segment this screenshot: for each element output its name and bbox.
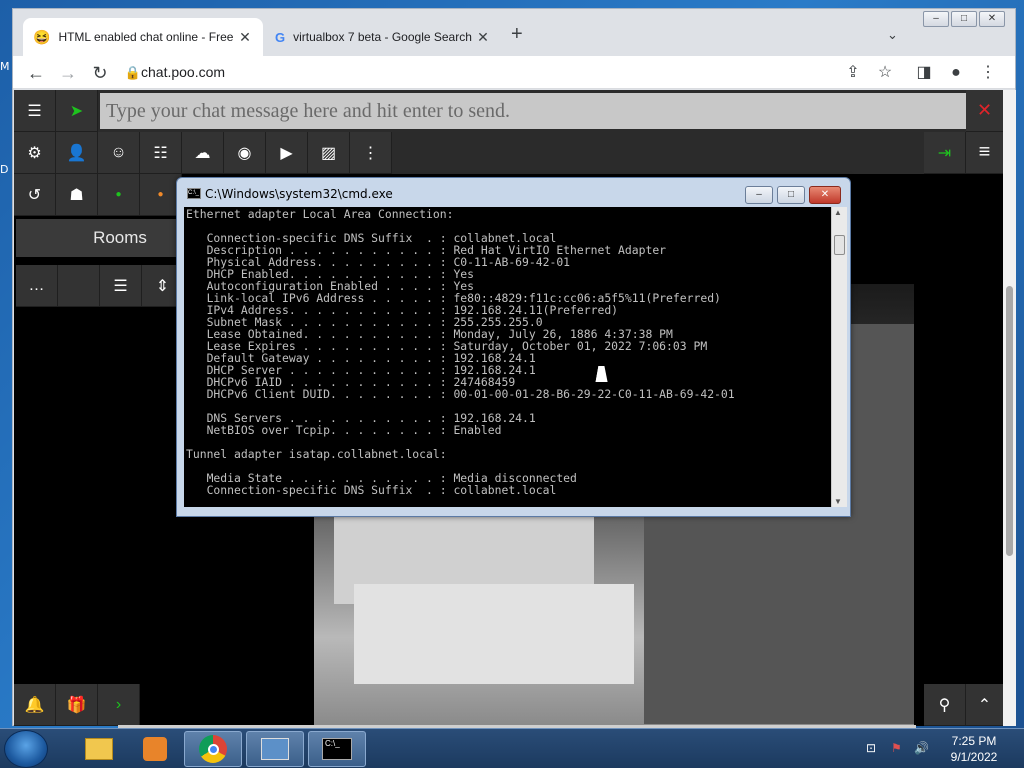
console-line: Ethernet adapter Local Area Connection: [186,207,454,221]
video-frame-console [354,584,634,684]
hamburger-menu-icon[interactable]: ≡ [966,132,1004,174]
cmd-title: C:\Windows\system32\cmd.exe [205,187,393,201]
minimize-button[interactable]: – [923,11,949,27]
list-icon[interactable]: ☰ [100,265,142,307]
tab-chat[interactable]: 😆 HTML enabled chat online - Free ✕ [23,18,263,56]
start-button[interactable] [4,730,48,768]
side-panel-icon[interactable]: ◨ [912,62,936,84]
sliders-icon[interactable]: ☷ [140,132,182,174]
forward-arrow-icon[interactable]: → [56,62,80,84]
scrollbar-thumb[interactable] [1006,286,1013,556]
network-tray-icon[interactable]: ⊡ [866,741,876,755]
history-icon[interactable]: ↺ [14,174,56,216]
cmd-taskbar-icon[interactable]: C:\_ [308,731,366,767]
console-scrollbar[interactable]: ▲ ▼ [831,207,847,507]
upload-cloud-icon[interactable]: ☁ [182,132,224,174]
page-scrollbar[interactable] [1003,90,1016,726]
scroll-down-arrow-icon[interactable]: ▼ [834,497,842,506]
console-output[interactable]: Ethernet adapter Local Area Connection: … [184,207,831,507]
console-scroll-thumb[interactable] [834,235,845,255]
tab-search-chevron-icon[interactable]: ⌄ [887,27,898,43]
console-line: Tunnel adapter isatap.collabnet.local: [186,447,447,461]
robot-icon[interactable]: ☗ [56,174,98,216]
cmd-minimize-button[interactable]: – [745,186,773,204]
gift-icon[interactable]: 🎁 [56,684,98,726]
send-icon[interactable]: ➤ [56,90,98,132]
desktop-label: M [0,60,10,73]
console-line: DHCPv6 Client DUID. . . . . . . . : 00-0… [186,387,735,401]
image-icon[interactable]: ▨ [308,132,350,174]
chrome-taskbar-icon[interactable] [184,731,242,767]
url-field[interactable]: chat.poo.com [141,64,225,80]
more-vertical-icon[interactable]: ⋮ [350,132,392,174]
tab-strip: 😆 HTML enabled chat online - Free ✕ G vi… [13,9,1015,56]
tab-title: HTML enabled chat online - Free [58,30,234,44]
settings-gears-icon[interactable]: ⚙ [14,132,56,174]
volume-tray-icon[interactable]: 🔊 [914,741,929,755]
empty-slot [58,265,100,307]
cmd-close-button[interactable]: ✕ [809,186,841,204]
scroll-up-arrow-icon[interactable]: ▲ [834,208,842,217]
login-icon[interactable]: ⇥ [924,132,966,174]
cmd-window[interactable]: C:\_ C:\Windows\system32\cmd.exe – □ ✕ E… [176,177,851,517]
clock-time: 7:25 PM [951,734,997,748]
cmd-maximize-button[interactable]: □ [777,186,805,204]
chat-input-bar: ☰ ➤ ✕ [14,90,1004,132]
camera-icon[interactable]: ◉ [224,132,266,174]
message-list-icon[interactable]: ☰ [14,90,56,132]
close-icon[interactable]: ✕ [966,90,1004,132]
bottom-left-toolbar: 🔔 🎁 › [14,684,142,726]
console-line: NetBIOS over Tcpip. . . . . . . . : Enab… [186,423,502,437]
close-tab-icon[interactable]: ✕ [475,29,491,46]
console-text: Ethernet adapter Local Area Connection: … [186,208,831,496]
explorer-taskbar-icon[interactable] [70,731,128,767]
new-tab-button[interactable]: + [511,23,523,46]
media-player-taskbar-icon[interactable] [126,731,184,767]
close-window-button[interactable]: ✕ [979,11,1005,27]
desktop-label: D [0,163,9,176]
bookmark-star-icon[interactable]: ☆ [873,62,897,84]
chat-toolbar: ⚙ 👤 ☺ ☷ ☁ ◉ ▶ ▨ ⋮ ⇥ ≡ [14,132,1004,174]
search-icon[interactable]: ⚲ [924,684,966,726]
tab-google-search[interactable]: G virtualbox 7 beta - Google Search ✕ [265,18,501,56]
back-arrow-icon[interactable]: ← [24,62,48,84]
share-icon[interactable]: ⇪ [841,62,865,84]
taskbar: C:\_ ⊡ ⚑ 🔊 7:25 PM 9/1/2022 [0,728,1024,768]
close-tab-icon[interactable]: ✕ [237,29,253,46]
action-center-tray-icon[interactable]: ⚑ [891,741,902,755]
green-status-icon[interactable]: ● [98,174,140,216]
clock[interactable]: 7:25 PM 9/1/2022 [944,733,1004,765]
tab-title: virtualbox 7 beta - Google Search [293,30,472,44]
network-taskbar-icon[interactable] [246,731,304,767]
chat-message-input[interactable] [100,93,966,129]
google-favicon-icon: G [275,29,286,45]
emoji-favicon-icon: 😆 [33,28,51,45]
more-horizontal-icon[interactable]: … [16,265,58,307]
address-bar: ← → ↻ 🔒 chat.poo.com ⇪ ☆ ◨ ● ⋮ [13,56,1015,89]
window-controls: – □ ✕ [923,11,1005,27]
console-icon: C:\_ [187,188,201,199]
bell-icon[interactable]: 🔔 [14,684,56,726]
user-icon[interactable]: 👤 [56,132,98,174]
maximize-button[interactable]: □ [951,11,977,27]
video-icon[interactable]: ▶ [266,132,308,174]
console-line: Connection-specific DNS Suffix . : colla… [186,483,557,497]
chevron-right-icon[interactable]: › [98,684,140,726]
chevron-up-icon[interactable]: ⌃ [966,684,1004,726]
reload-icon[interactable]: ↻ [88,62,112,84]
emoji-icon[interactable]: ☺ [98,132,140,174]
clock-date: 9/1/2022 [950,750,998,764]
kebab-menu-icon[interactable]: ⋮ [976,62,1000,84]
profile-avatar-icon[interactable]: ● [944,62,968,84]
